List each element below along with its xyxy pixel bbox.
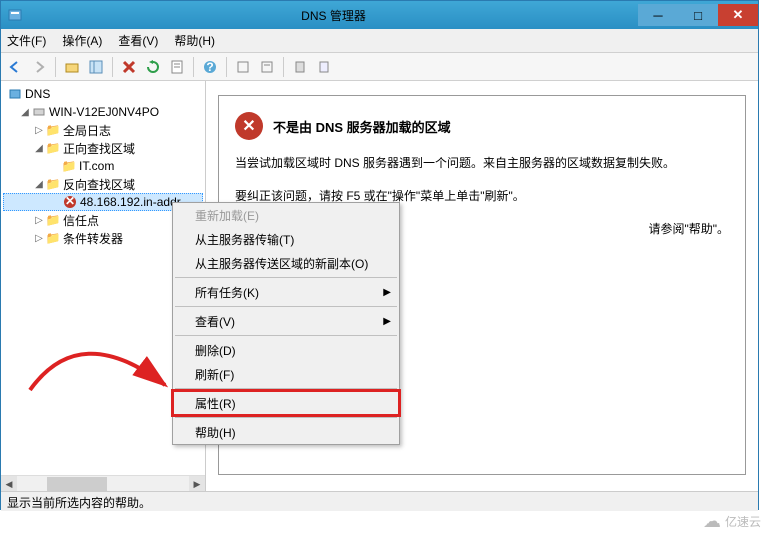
tb-icon-4[interactable] (314, 57, 334, 77)
back-button[interactable] (5, 57, 25, 77)
forward-button[interactable] (29, 57, 49, 77)
tree-label: 48.168.192.in-addr (80, 195, 181, 209)
tree-label: 反向查找区域 (63, 176, 135, 193)
tree-forward-item[interactable]: 📁 IT.com (3, 157, 203, 175)
cm-all-tasks[interactable]: 所有任务(K)▶ (173, 280, 399, 304)
tree-label: 信任点 (63, 212, 99, 229)
cm-reload: 重新加载(E) (173, 203, 399, 227)
tree-label: 全局日志 (63, 122, 111, 139)
tree-reverse-zone[interactable]: ◢ 📁 反向查找区域 (3, 175, 203, 193)
help-button[interactable]: ? (200, 57, 220, 77)
svg-text:✕: ✕ (65, 195, 75, 208)
delete-button[interactable] (119, 57, 139, 77)
menu-view[interactable]: 查看(V) (118, 32, 158, 49)
window-title: DNS 管理器 (29, 7, 638, 24)
status-text: 显示当前所选内容的帮助。 (7, 496, 151, 510)
statusbar: 显示当前所选内容的帮助。 (1, 491, 758, 511)
menu-action[interactable]: 操作(A) (62, 32, 102, 49)
tree-label: IT.com (79, 159, 114, 173)
menubar: 文件(F) 操作(A) 查看(V) 帮助(H) (1, 29, 758, 53)
context-menu: 重新加载(E) 从主服务器传输(T) 从主服务器传送区域的新副本(O) 所有任务… (172, 202, 400, 445)
up-button[interactable] (62, 57, 82, 77)
tree-server[interactable]: ◢ WIN-V12EJ0NV4PO (3, 103, 203, 121)
minimize-button[interactable]: ─ (638, 4, 678, 26)
show-hide-button[interactable] (86, 57, 106, 77)
tb-icon-1[interactable] (233, 57, 253, 77)
svg-text:?: ? (206, 60, 213, 74)
tree-label: 条件转发器 (63, 230, 123, 247)
cm-properties[interactable]: 属性(R) (173, 391, 399, 415)
tb-icon-3[interactable] (290, 57, 310, 77)
titlebar[interactable]: DNS 管理器 ─ □ ✕ (1, 1, 758, 29)
error-icon: ✕ (235, 112, 263, 140)
properties-button[interactable] (167, 57, 187, 77)
tb-icon-2[interactable] (257, 57, 277, 77)
cm-help[interactable]: 帮助(H) (173, 420, 399, 444)
cm-new-copy[interactable]: 从主服务器传送区域的新副本(O) (173, 251, 399, 275)
cm-delete[interactable]: 删除(D) (173, 338, 399, 362)
menu-help[interactable]: 帮助(H) (174, 32, 215, 49)
tree-forward-zone[interactable]: ◢ 📁 正向查找区域 (3, 139, 203, 157)
tree-label: 正向查找区域 (63, 140, 135, 157)
cm-view[interactable]: 查看(V)▶ (173, 309, 399, 333)
app-icon (7, 7, 23, 23)
tree-label: WIN-V12EJ0NV4PO (49, 105, 159, 119)
cm-refresh[interactable]: 刷新(F) (173, 362, 399, 386)
cm-transfer[interactable]: 从主服务器传输(T) (173, 227, 399, 251)
cloud-icon: ☁ (703, 511, 721, 532)
tree-label: DNS (25, 87, 50, 101)
error-title: 不是由 DNS 服务器加载的区域 (273, 117, 451, 136)
tree-global-log[interactable]: ▷ 📁 全局日志 (3, 121, 203, 139)
toolbar: ? (1, 53, 758, 81)
watermark: ☁ 亿速云 (703, 511, 761, 532)
close-button[interactable]: ✕ (718, 4, 758, 26)
tree-h-scrollbar[interactable]: ◀ ▶ (1, 475, 205, 491)
tree-root-dns[interactable]: DNS (3, 85, 203, 103)
refresh-button[interactable] (143, 57, 163, 77)
error-text-1: 当尝试加载区域时 DNS 服务器遇到一个问题。来自主服务器的区域数据复制失败。 (235, 154, 729, 173)
maximize-button[interactable]: □ (678, 4, 718, 26)
menu-file[interactable]: 文件(F) (7, 32, 46, 49)
